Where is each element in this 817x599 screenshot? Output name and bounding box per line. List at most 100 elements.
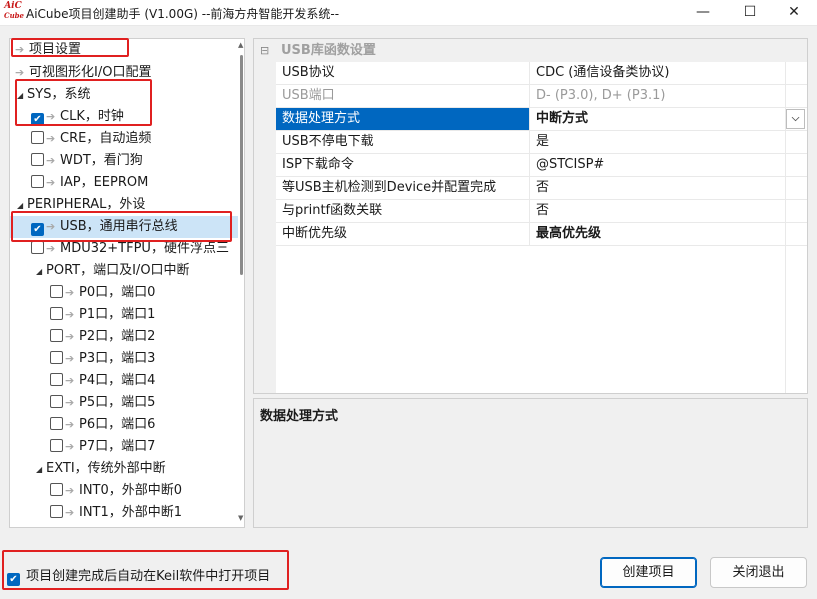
tree-item-label: PORT，端口及I/O口中断: [46, 263, 190, 278]
property-name: ISP下载命令: [276, 154, 530, 176]
tree-item-exti[interactable]: ◢ EXTI，传统外部中断: [36, 458, 166, 480]
property-row-usb-download[interactable]: USB不停电下载 是: [276, 131, 807, 154]
project-tree[interactable]: ➔ 项目设置 ➔ 可视图形化I/O口配置 ◢ SYS，系统 ✔ ➔ CLK，时钟 ➔ CRE…: [9, 38, 245, 528]
tree-item-label: 项目设置: [29, 42, 82, 57]
checkbox-checked[interactable]: ✔: [31, 223, 44, 236]
tree-item-p0[interactable]: ➔ P0口，端口0: [50, 282, 155, 304]
scroll-up-icon[interactable]: ▲: [238, 41, 243, 49]
dropdown-selected-value: 中断方式: [536, 111, 589, 126]
create-project-button[interactable]: 创建项目: [600, 557, 697, 588]
property-row-data-processing[interactable]: 数据处理方式 中断方式 ⌵: [276, 108, 807, 131]
tree-item-label: USB，通用串行总线: [60, 219, 178, 234]
tree-item-p2[interactable]: ➔ P2口，端口2: [50, 326, 155, 348]
tree-item-iap[interactable]: ➔ IAP，EEPROM: [31, 172, 148, 194]
tree-item-label: WDT，看门狗: [60, 153, 143, 168]
tree-item-sys[interactable]: ◢ SYS，系统: [17, 84, 90, 106]
arrow-icon: ➔: [65, 396, 75, 409]
arrow-icon: ➔: [65, 286, 75, 299]
property-name: USB端口: [276, 85, 530, 107]
tree-item-p7[interactable]: ➔ P7口，端口7: [50, 436, 155, 458]
expanded-triangle-icon[interactable]: ◢: [36, 459, 46, 481]
property-value[interactable]: 否: [531, 177, 807, 199]
tree-item-usb[interactable]: ✔ ➔ USB，通用串行总线: [10, 216, 238, 238]
property-value[interactable]: CDC (通信设备类协议): [531, 62, 807, 84]
collapse-icon[interactable]: ⊟: [260, 39, 269, 62]
close-exit-button[interactable]: 关闭退出: [710, 557, 807, 588]
property-name: 等USB主机检测到Device并配置完成: [276, 177, 530, 199]
property-row-usb-port[interactable]: USB端口 D- (P3.0), D+ (P3.1): [276, 85, 807, 108]
tree-item-int1[interactable]: ➔ INT1，外部中断1: [50, 502, 182, 524]
property-category-header[interactable]: ⊟ USB库函数设置: [254, 39, 807, 62]
tree-item-label: SYS，系统: [27, 87, 91, 102]
checkbox[interactable]: [31, 131, 44, 144]
aicube-logo: AiC Cube: [4, 1, 25, 21]
property-row-interrupt-priority[interactable]: 中断优先级 最高优先级: [276, 223, 807, 246]
checkbox-checked[interactable]: ✔: [31, 113, 44, 126]
arrow-icon: ➔: [65, 484, 75, 497]
tree-item-p3[interactable]: ➔ P3口，端口3: [50, 348, 155, 370]
tree-item-project-settings[interactable]: ➔ 项目设置: [15, 39, 81, 61]
minimize-button[interactable]: —: [680, 0, 726, 26]
checkbox[interactable]: [50, 285, 63, 298]
property-row-usb-protocol[interactable]: USB协议 CDC (通信设备类协议): [276, 62, 807, 85]
property-value[interactable]: 是: [531, 131, 807, 153]
property-row-isp-command[interactable]: ISP下载命令 @STCISP#: [276, 154, 807, 177]
arrow-icon: ➔: [46, 242, 56, 255]
checkbox[interactable]: [50, 395, 63, 408]
tree-item-clk[interactable]: ✔ ➔ CLK，时钟: [31, 106, 124, 128]
property-row-wait-host[interactable]: 等USB主机检测到Device并配置完成 否: [276, 177, 807, 200]
tree-item-label: PERIPHERAL，外设: [27, 197, 146, 212]
title-bar: AiC Cube AiCube项目创建助手 (V1.00G) --前海方舟智能开…: [0, 0, 817, 26]
arrow-icon: ➔: [65, 374, 75, 387]
tree-item-io-config[interactable]: ➔ 可视图形化I/O口配置: [15, 62, 151, 84]
tree-scrollbar[interactable]: ▲ ▼: [238, 39, 244, 527]
checkbox[interactable]: [31, 241, 44, 254]
property-name: 中断优先级: [276, 223, 530, 245]
tree-item-cre[interactable]: ➔ CRE，自动追频: [31, 128, 151, 150]
checkbox[interactable]: [50, 351, 63, 364]
property-name: 与printf函数关联: [276, 200, 530, 222]
property-name: 数据处理方式: [276, 108, 530, 130]
checkbox-checked[interactable]: ✔: [7, 573, 20, 586]
tree-item-label: CLK，时钟: [60, 109, 124, 124]
window-title: AiCube项目创建助手 (V1.00G) --前海方舟智能开发系统--: [26, 7, 340, 21]
tree-item-mdu32[interactable]: ➔ MDU32+TFPU，硬件浮点三: [31, 238, 229, 260]
tree-item-wdt[interactable]: ➔ WDT，看门狗: [31, 150, 143, 172]
tree-item-p4[interactable]: ➔ P4口，端口4: [50, 370, 155, 392]
checkbox[interactable]: [50, 417, 63, 430]
arrow-icon: ➔: [65, 506, 75, 519]
property-value[interactable]: 否: [531, 200, 807, 222]
tree-item-label: P3口，端口3: [79, 351, 156, 366]
maximize-button[interactable]: ☐: [727, 0, 773, 26]
expanded-triangle-icon[interactable]: ◢: [17, 195, 27, 217]
tree-item-label: P1口，端口1: [79, 307, 156, 322]
checkbox[interactable]: [50, 483, 63, 496]
tree-item-p5[interactable]: ➔ P5口，端口5: [50, 392, 155, 414]
scrollbar-thumb[interactable]: [240, 55, 243, 275]
expanded-triangle-icon[interactable]: ◢: [36, 261, 46, 283]
checkbox[interactable]: [50, 439, 63, 452]
tree-item-p1[interactable]: ➔ P1口，端口1: [50, 304, 155, 326]
checkbox[interactable]: [50, 307, 63, 320]
tree-item-peripheral[interactable]: ◢ PERIPHERAL，外设: [17, 194, 145, 216]
property-name: USB协议: [276, 62, 530, 84]
arrow-icon: ➔: [65, 330, 75, 343]
scroll-down-icon[interactable]: ▼: [238, 514, 243, 522]
chevron-down-icon[interactable]: ⌵: [786, 109, 805, 129]
property-row-printf[interactable]: 与printf函数关联 否: [276, 200, 807, 223]
checkbox[interactable]: [50, 373, 63, 386]
tree-item-p6[interactable]: ➔ P6口，端口6: [50, 414, 155, 436]
checkbox[interactable]: [50, 329, 63, 342]
property-value[interactable]: 最高优先级: [531, 223, 807, 245]
checkbox[interactable]: [31, 175, 44, 188]
checkbox[interactable]: [31, 153, 44, 166]
tree-item-int0[interactable]: ➔ INT0，外部中断0: [50, 480, 182, 502]
close-window-button[interactable]: ✕: [771, 0, 817, 26]
auto-open-keil-checkbox[interactable]: ✔ 项目创建完成后自动在Keil软件中打开项目: [7, 565, 270, 586]
property-grid[interactable]: ⊟ USB库函数设置 USB协议 CDC (通信设备类协议) USB端口 D- …: [253, 38, 808, 394]
tree-item-port[interactable]: ◢ PORT，端口及I/O口中断: [36, 260, 190, 282]
checkbox[interactable]: [50, 505, 63, 518]
expanded-triangle-icon[interactable]: ◢: [17, 85, 27, 107]
property-value-dropdown[interactable]: 中断方式 ⌵: [531, 108, 807, 130]
property-value[interactable]: @STCISP#: [531, 154, 807, 176]
